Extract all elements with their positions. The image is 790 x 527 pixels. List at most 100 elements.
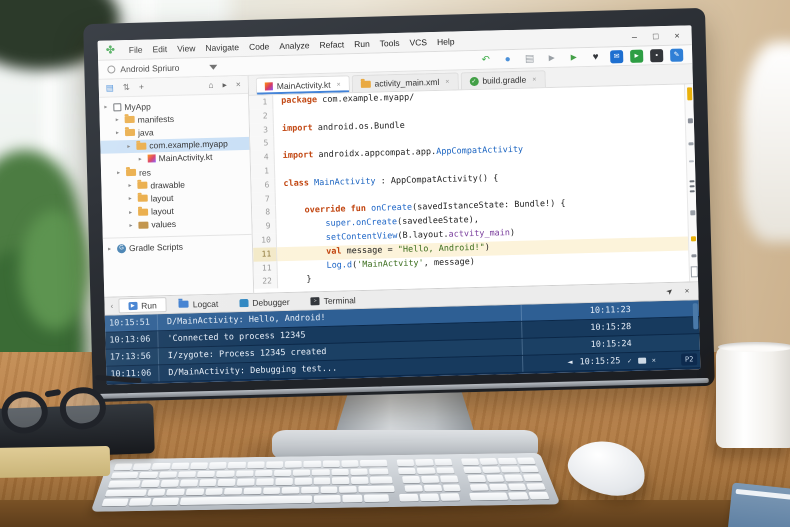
send-icon[interactable]: ➤ (664, 286, 675, 297)
blue-notebook (727, 482, 790, 527)
folder-icon[interactable] (637, 357, 646, 364)
close-panel-icon[interactable]: × (685, 286, 690, 295)
chevron-right-icon[interactable]: ▸ (117, 169, 123, 176)
menu-item-file[interactable]: File (124, 44, 148, 55)
menu-item-code[interactable]: Code (244, 41, 275, 52)
project-view-icon[interactable]: ▤ (106, 83, 114, 93)
close-icon[interactable]: × (652, 356, 656, 364)
log-timestamp-left: 17:13:56 (109, 351, 152, 363)
tab-label: MainActivity.kt (276, 79, 331, 92)
undo-icon[interactable]: ↶ (478, 53, 493, 66)
editor-tab-activity-main-xml[interactable]: activity_main.xml × (351, 72, 459, 93)
key (351, 476, 369, 484)
key (488, 483, 508, 491)
tab-close-icon[interactable]: × (532, 76, 536, 83)
values-icon (138, 221, 149, 229)
profiler-icon[interactable]: ● (500, 52, 515, 65)
mail-icon[interactable]: ✉ (610, 49, 624, 63)
close-button[interactable]: × (674, 30, 680, 40)
tool-tab-label: Debugger (252, 296, 290, 308)
console-corner-badge[interactable]: P2 (680, 353, 698, 366)
scroll-source-icon[interactable]: ⇅ (123, 82, 130, 92)
code-area[interactable]: 1 package com.example.myapp/2 3 import andr… (249, 84, 699, 293)
line-number: 11 (253, 260, 278, 276)
line-number: 1 (250, 164, 276, 179)
add-icon[interactable]: + (139, 82, 144, 92)
chevron-right-icon[interactable]: ▸ (104, 104, 110, 111)
key (224, 487, 243, 495)
menu-item-refact[interactable]: Refact (314, 39, 349, 50)
notes-icon[interactable]: ✎ (669, 48, 684, 62)
key (293, 469, 311, 476)
console-scrollbar-thumb[interactable] (692, 303, 699, 330)
glasses-bridge (44, 388, 62, 398)
key (107, 480, 141, 488)
plant-leaves (20, 210, 90, 330)
chevron-right-icon[interactable]: ▸ (129, 195, 135, 202)
key (442, 484, 462, 492)
expand-icon[interactable]: ▸ (222, 80, 227, 90)
key (440, 493, 461, 501)
stripe-mark (688, 160, 694, 163)
menu-item-analyze[interactable]: Analyze (274, 40, 314, 51)
filter-icon[interactable] (209, 64, 218, 70)
main-area: ▤ ⇅ + ⌂ ▸ × ▸ MyApp ▸ manifests ▸ java ▸ com.example… (98, 64, 699, 298)
tool-tab-debugger[interactable]: Debugger (230, 294, 299, 311)
chevron-right-icon[interactable]: ▸ (128, 182, 134, 189)
key (417, 467, 436, 475)
tool-tab-terminal[interactable]: > Terminal (301, 292, 364, 309)
forward-icon[interactable]: ► (544, 51, 559, 64)
line-number: 11 (253, 246, 278, 262)
chevron-right-icon[interactable]: ▸ (129, 222, 135, 229)
key (273, 469, 292, 477)
home-icon[interactable]: ⌂ (208, 80, 213, 90)
chevron-right-icon[interactable]: ▸ (129, 209, 135, 216)
chevron-right-icon[interactable]: ▸ (116, 117, 122, 124)
maximize-button[interactable]: □ (653, 31, 659, 41)
tool-tab-logcat[interactable]: Logcat (170, 296, 228, 313)
play-badge-icon[interactable]: ► (630, 49, 644, 63)
run-app-icon[interactable]: ► (566, 51, 581, 64)
menu-item-view[interactable]: View (172, 43, 201, 54)
editor-tab-mainactivity-kt[interactable]: MainActivity.kt × (255, 75, 350, 95)
tree-item-label: layout (150, 205, 174, 217)
chevron-right-icon[interactable]: ▸ (139, 155, 145, 163)
key (235, 470, 254, 477)
console-corner-icons: ✓ × (627, 356, 656, 365)
tree-item-gradle-scripts[interactable]: ▸ G Gradle Scripts (103, 239, 252, 256)
tab-close-icon[interactable]: × (336, 81, 340, 88)
collapse-icon[interactable]: × (236, 79, 241, 89)
tree-item-values[interactable]: ▸ values (102, 216, 251, 233)
key (275, 478, 293, 486)
arrow-left-icon[interactable]: ◄ (567, 358, 572, 368)
menu-item-tools[interactable]: Tools (375, 37, 405, 48)
favorite-icon[interactable]: ♥ (588, 50, 603, 63)
menu-item-navigate[interactable]: Navigate (200, 42, 244, 53)
window-controls: – □ × (632, 30, 684, 41)
check-icon[interactable]: ✓ (627, 357, 631, 365)
toolbox-icon[interactable]: ▪ (649, 48, 664, 62)
minimize-button[interactable]: – (632, 31, 637, 41)
chevron-right-icon[interactable]: ▸ (116, 130, 122, 137)
tab-close-icon[interactable]: × (445, 78, 449, 85)
line-number: 4 (250, 150, 275, 165)
chevron-right-icon[interactable]: ▸ (108, 245, 114, 253)
menu-item-edit[interactable]: Edit (147, 43, 172, 54)
stripe-mark (689, 180, 695, 183)
tree-item-label: res (138, 167, 151, 178)
line-number: 1 (249, 95, 274, 110)
tool-tab-run[interactable]: ▶ Run (118, 297, 167, 314)
tab-label: activity_main.xml (374, 76, 440, 89)
menu-item-help[interactable]: Help (432, 36, 460, 47)
key (284, 460, 302, 468)
white-vase (742, 42, 790, 242)
menu-item-vcs[interactable]: VCS (404, 37, 432, 48)
device-selector[interactable]: Android Spriuro (107, 63, 180, 75)
key (254, 469, 273, 477)
chevron-left-icon[interactable]: ‹ (110, 302, 113, 311)
chevron-right-icon[interactable]: ▸ (127, 143, 133, 150)
menu-item-run[interactable]: Run (349, 38, 375, 49)
editor-tab-build-gradle[interactable]: ✓ build.gradle × (460, 70, 546, 90)
log-console[interactable]: 10:15:51 D/MainActivity: Hello, Android! 1… (104, 300, 701, 385)
clipboard-icon[interactable]: ▤ (522, 52, 537, 65)
